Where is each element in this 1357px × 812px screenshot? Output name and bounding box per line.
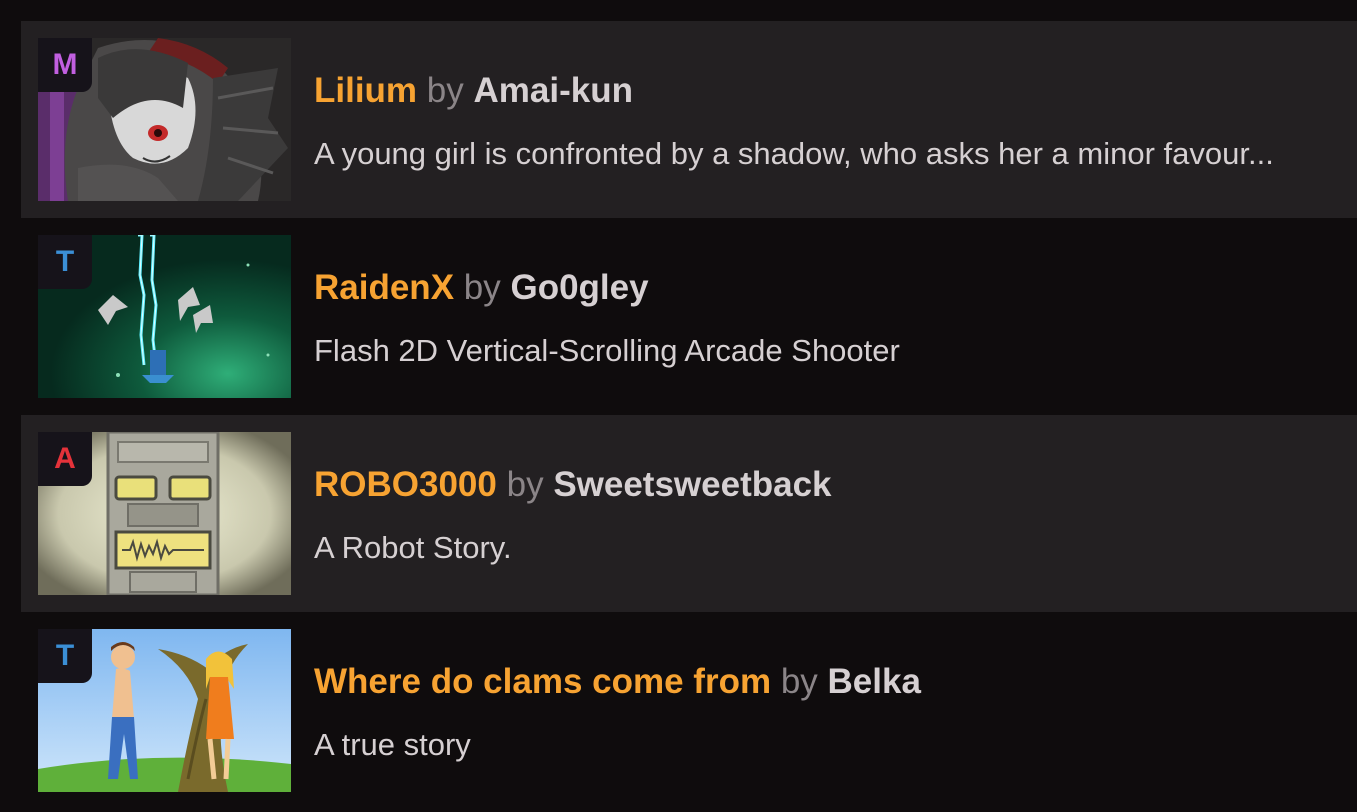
rating-letter: M [52, 48, 78, 81]
author-name[interactable]: Go0gley [510, 268, 648, 307]
rating-badge: T [38, 235, 92, 289]
thumbnail-robo3000[interactable]: A [38, 432, 291, 595]
author-name[interactable]: Sweetsweetback [553, 465, 831, 504]
by-label: by [426, 71, 464, 110]
submission-description: A Robot Story. [314, 530, 512, 565]
rating-badge: A [38, 432, 92, 486]
submission-title[interactable]: Where do clams come from [314, 662, 771, 701]
by-label: by [780, 662, 818, 701]
submission-title[interactable]: Lilium [314, 71, 417, 110]
rating-letter: T [55, 639, 75, 672]
submission-description: Flash 2D Vertical-Scrolling Arcade Shoot… [314, 333, 900, 368]
rating-letter: T [55, 245, 75, 278]
by-label: by [463, 268, 501, 307]
rating-letter: A [54, 442, 76, 475]
submission-title[interactable]: RaidenX [314, 268, 454, 307]
submission-item-raidenx[interactable]: T RaidenX by Go0gley Flash 2D Vertical-S… [21, 218, 1357, 415]
thumbnail-where-do-clams-come-from[interactable]: T [38, 629, 291, 792]
submission-list: M Lilium by Amai-kun A young girl is con… [21, 21, 1357, 809]
author-name[interactable]: Amai-kun [474, 71, 633, 110]
author-name[interactable]: Belka [828, 662, 921, 701]
submission-item-robo3000[interactable]: A ROBO3000 by Sweetsweetback A Robot Sto… [21, 415, 1357, 612]
submission-item-where-do-clams-come-from[interactable]: T Where do clams come from by Belka A tr… [21, 612, 1357, 809]
by-label: by [506, 465, 544, 504]
thumbnail-raidenx[interactable]: T [38, 235, 291, 398]
rating-badge: M [38, 38, 92, 92]
submission-item-lilium[interactable]: M Lilium by Amai-kun A young girl is con… [21, 21, 1357, 218]
submission-description: A young girl is confronted by a shadow, … [314, 136, 1274, 171]
rating-badge: T [38, 629, 92, 683]
submission-title[interactable]: ROBO3000 [314, 465, 497, 504]
thumbnail-lilium[interactable]: M [38, 38, 291, 201]
submission-description: A true story [314, 727, 471, 762]
